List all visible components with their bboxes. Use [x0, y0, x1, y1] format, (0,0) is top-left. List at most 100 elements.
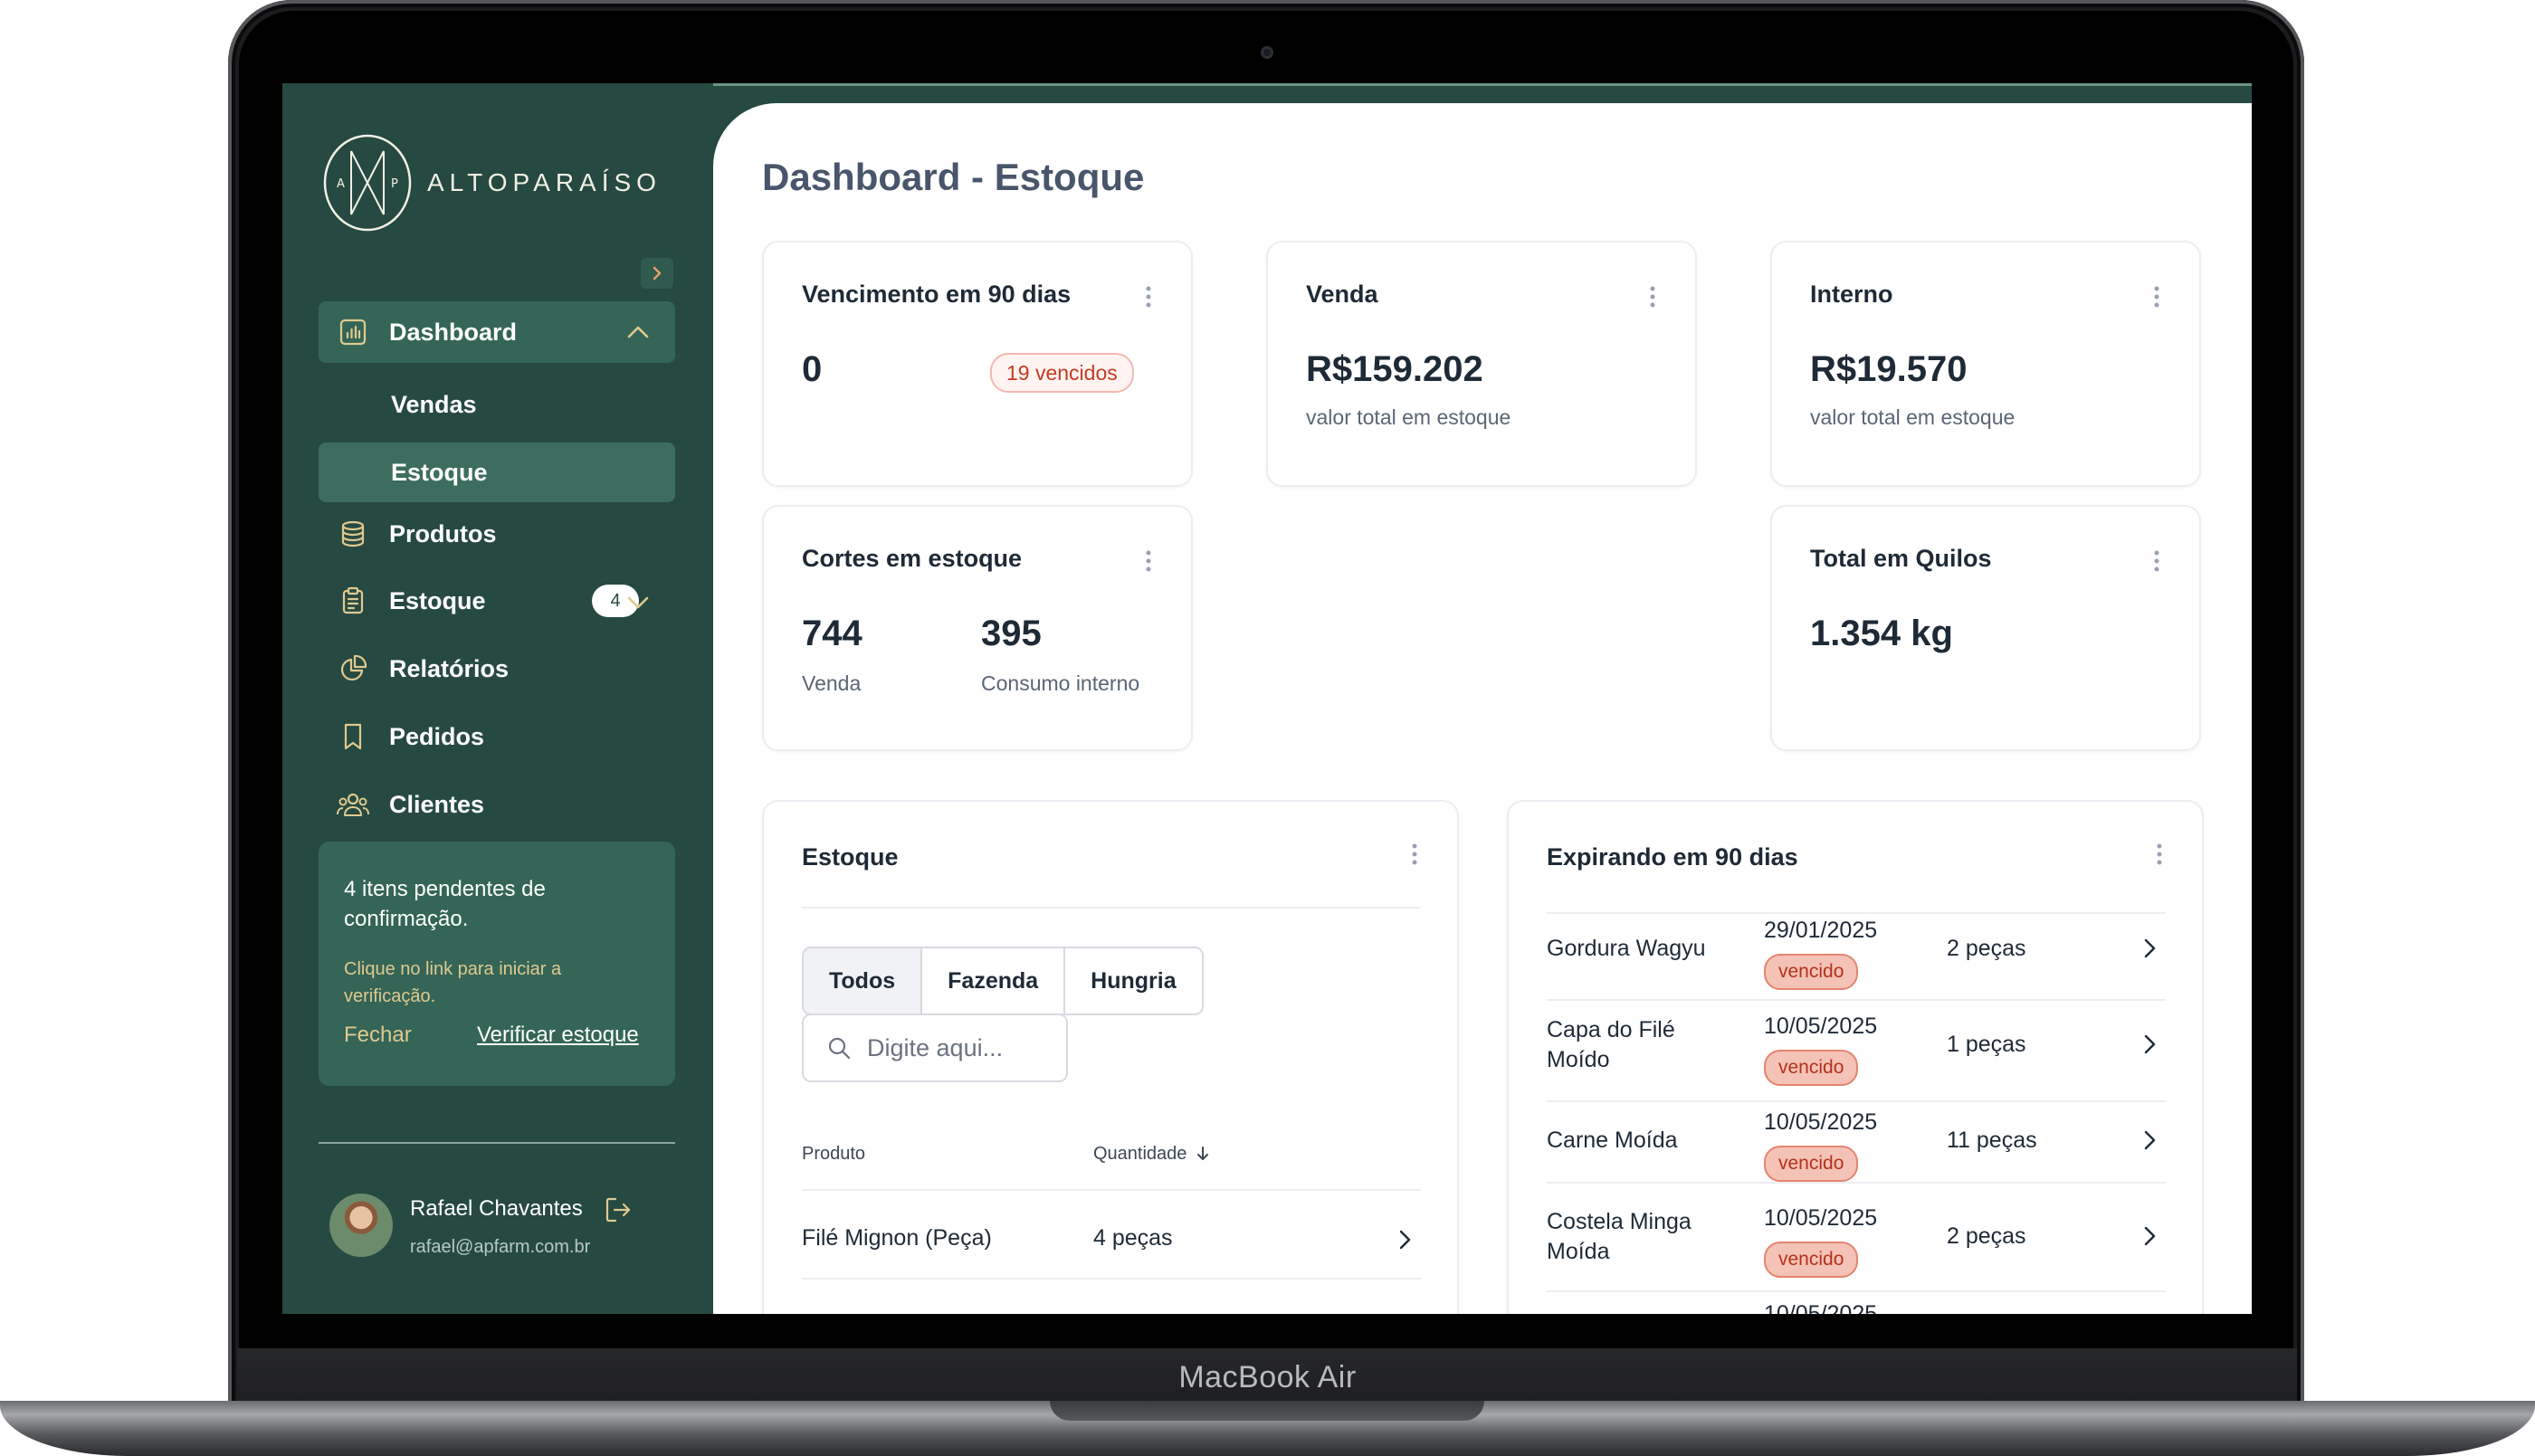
- chevron-right-icon[interactable]: [2137, 936, 2162, 961]
- sidebar-item-label: Produtos: [389, 519, 497, 547]
- card-subtitle: valor total em estoque: [1810, 405, 2016, 429]
- chevron-right-icon[interactable]: [2137, 1032, 2162, 1057]
- sidebar-item-produtos[interactable]: Produtos: [319, 503, 675, 565]
- expiring-item-qty: 11 peças: [1947, 1128, 2037, 1153]
- more-vertical-icon[interactable]: [2152, 284, 2161, 309]
- card-value: 1.354 kg: [1810, 614, 1953, 653]
- tab-hungria[interactable]: Hungria: [1065, 948, 1202, 1013]
- more-vertical-icon[interactable]: [1648, 284, 1657, 309]
- table-divider: [802, 1189, 1421, 1191]
- sidebar-item-clientes[interactable]: Clientes: [319, 774, 675, 835]
- card-venda: Venda R$159.202 valor total em estoque: [1266, 241, 1697, 487]
- laptop-base-notch: [1050, 1401, 1484, 1421]
- avatar[interactable]: [329, 1194, 393, 1257]
- sidebar-subitem-estoque[interactable]: Estoque: [319, 443, 675, 502]
- card-title: Vencimento em 90 dias: [802, 281, 1072, 308]
- clipboard-icon: [337, 585, 369, 617]
- cortes-venda-value: 744: [802, 614, 862, 653]
- pending-close-button[interactable]: Fechar: [344, 1023, 412, 1048]
- list-divider: [1547, 999, 2166, 1001]
- table-divider: [802, 1278, 1421, 1280]
- more-vertical-icon[interactable]: [2152, 548, 2161, 574]
- logout-icon[interactable]: [603, 1194, 634, 1225]
- brand-logo[interactable]: A P ALTOPARAÍSO: [322, 133, 662, 233]
- card-title: Venda: [1306, 281, 1378, 308]
- panel-title: Expirando em 90 dias: [1547, 843, 1798, 871]
- card-value: 0: [802, 349, 823, 389]
- main-content: Dashboard - Estoque Vencimento em 90 dia…: [713, 103, 2252, 1314]
- tab-todos[interactable]: Todos: [804, 948, 923, 1013]
- pending-description: Clique no link para iniciar a verificaçã…: [344, 959, 562, 1006]
- expiring-item-date: 10/05/2025: [1764, 1109, 1878, 1135]
- expiring-item-date: 10/05/2025: [1764, 1013, 1878, 1039]
- card-value: R$159.202: [1306, 349, 1483, 389]
- pending-confirmation-card: 4 itens pendentes de confirmação. Clique…: [319, 842, 675, 1086]
- sidebar-item-label: Clientes: [389, 790, 485, 818]
- expiring-item-qty: 1 peças: [1947, 1032, 2026, 1057]
- pending-title: 4 itens pendentes de confirmação.: [344, 877, 546, 931]
- card-title: Total em Quilos: [1810, 545, 1992, 572]
- brand-name: ALTOPARAÍSO: [427, 168, 662, 196]
- chevron-up-icon: [627, 326, 649, 338]
- card-cortes: Cortes em estoque 744 Venda 395 Consumo …: [762, 505, 1193, 751]
- sidebar-item-relatorios[interactable]: Relatórios: [319, 638, 675, 699]
- column-header-label: Quantidade: [1093, 1144, 1187, 1164]
- cortes-interno-label: Consumo interno: [981, 671, 1140, 695]
- panel-expirando: Expirando em 90 dias Gordura Wagyu 29/01…: [1507, 800, 2204, 1314]
- sidebar-subitem-label: Estoque: [391, 458, 488, 486]
- sidebar-item-dashboard[interactable]: Dashboard: [319, 301, 675, 363]
- more-vertical-icon[interactable]: [1144, 548, 1153, 574]
- expiring-item-date: 10/05/2025: [1764, 1205, 1878, 1231]
- brand-mark-letter: A: [337, 177, 345, 191]
- card-quilos: Total em Quilos 1.354 kg: [1770, 505, 2201, 751]
- user-name: Rafael Chavantes: [410, 1196, 583, 1221]
- status-badge: vencido: [1764, 1242, 1859, 1278]
- card-vencimento: Vencimento em 90 dias 0 19 vencidos: [762, 241, 1193, 487]
- chevron-right-icon[interactable]: [1392, 1227, 1417, 1252]
- sidebar-item-pedidos[interactable]: Pedidos: [319, 706, 675, 767]
- tab-fazenda[interactable]: Fazenda: [922, 948, 1066, 1013]
- chevron-right-icon[interactable]: [2137, 1223, 2162, 1249]
- more-vertical-icon[interactable]: [2155, 842, 2164, 867]
- more-vertical-icon[interactable]: [1410, 842, 1419, 867]
- sidebar: A P ALTOPARAÍSO Dashboard Vendas Estoque: [282, 83, 713, 1314]
- expiring-item-name: Gordura Wagyu: [1547, 936, 1706, 961]
- list-divider: [1547, 1290, 2166, 1292]
- list-divider: [1547, 912, 2166, 914]
- sidebar-item-label: Dashboard: [389, 318, 518, 346]
- search-icon: [828, 1037, 851, 1060]
- list-divider: [1547, 1100, 2166, 1102]
- app-screen: A P ALTOPARAÍSO Dashboard Vendas Estoque: [282, 83, 2252, 1314]
- bookmark-icon: [337, 720, 369, 753]
- cell-quantidade: 4 peças: [1093, 1225, 1173, 1251]
- status-badge: vencido: [1764, 1050, 1859, 1086]
- search-input[interactable]: [865, 1033, 1050, 1063]
- expiring-item-qty: 2 peças: [1947, 1223, 2026, 1249]
- expiring-item-name: Carne Moída: [1547, 1128, 1678, 1153]
- camera-icon: [1261, 46, 1273, 59]
- sidebar-subitem-vendas[interactable]: Vendas: [319, 375, 675, 434]
- more-vertical-icon[interactable]: [1144, 284, 1153, 309]
- bar-chart-icon: [337, 316, 369, 348]
- card-title: Cortes em estoque: [802, 545, 1023, 572]
- sidebar-expand-button[interactable]: [641, 258, 673, 289]
- card-value: R$19.570: [1810, 349, 1968, 389]
- expiring-item-name: Capa do Filé Moído: [1547, 1017, 1675, 1072]
- chevron-right-icon[interactable]: [2137, 1128, 2162, 1153]
- card-subtitle: valor total em estoque: [1306, 405, 1511, 429]
- pie-chart-icon: [337, 652, 369, 685]
- arrow-down-icon: [1196, 1147, 1208, 1160]
- expiring-item-date: 29/01/2025: [1764, 918, 1878, 943]
- brand-mark-icon: A P: [323, 134, 412, 232]
- column-header-produto[interactable]: Produto: [802, 1144, 865, 1165]
- user-email: rafael@apfarm.com.br: [410, 1237, 591, 1257]
- brand-mark-letter: P: [391, 177, 398, 191]
- expired-count-badge[interactable]: 19 vencidos: [990, 353, 1134, 393]
- status-badge: vencido: [1764, 1146, 1859, 1182]
- verify-stock-link[interactable]: Verificar estoque: [477, 1023, 639, 1048]
- search-box: [802, 1013, 1068, 1082]
- sidebar-item-estoque[interactable]: Estoque 4: [319, 570, 675, 632]
- column-header-quantidade[interactable]: Quantidade: [1093, 1144, 1210, 1165]
- chevron-right-icon: [653, 266, 662, 281]
- panel-divider: [802, 907, 1421, 909]
